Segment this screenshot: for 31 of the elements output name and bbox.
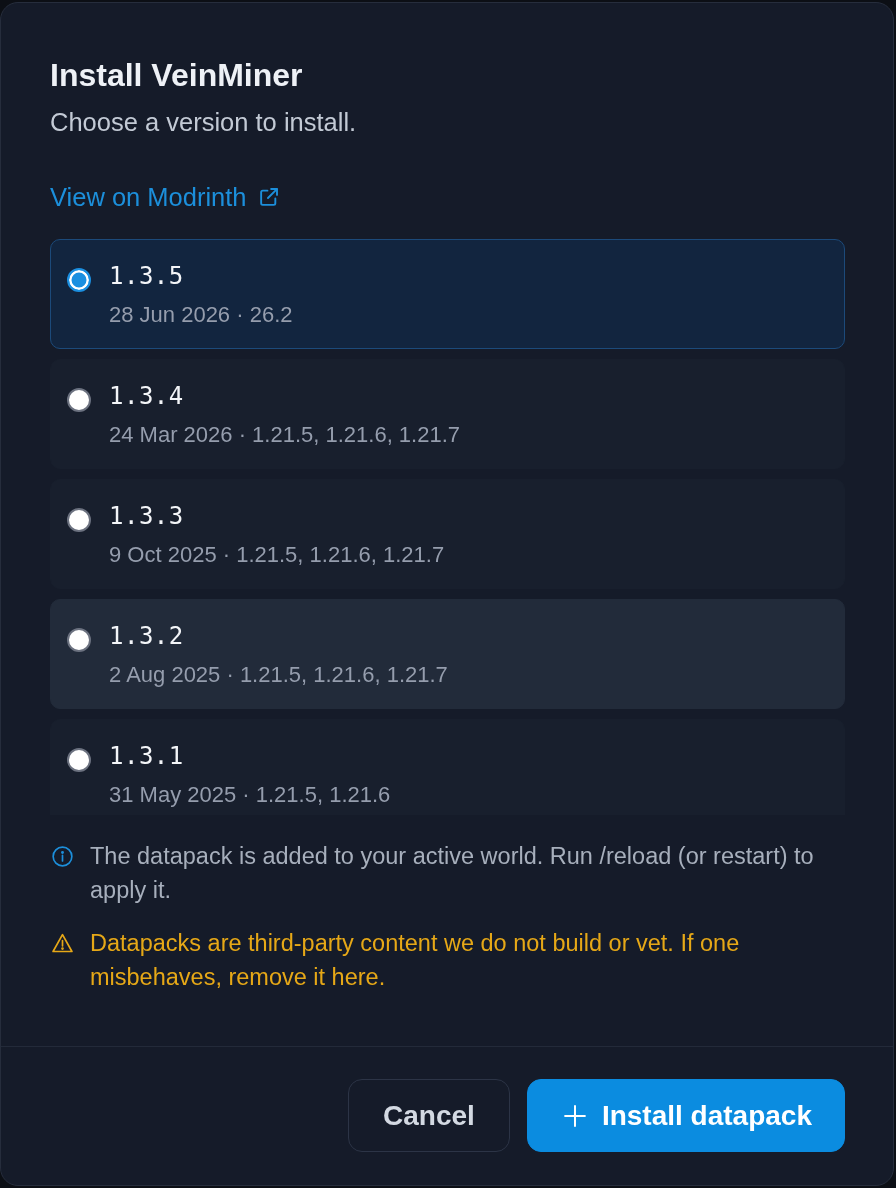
info-text: The datapack is added to your active world. Run /reload (or restart) to apply it. (90, 842, 815, 905)
version-number: 1.3.5 (109, 261, 184, 292)
version-details: 24 Mar 2026 · 1.21.5, 1.21.6, 1.21.7 (109, 421, 461, 449)
version-number: 1.3.4 (109, 381, 184, 412)
modrinth-link[interactable]: View on Modrinth (50, 181, 279, 213)
radio-button[interactable] (67, 508, 91, 532)
install-button[interactable]: Install datapack (526, 1079, 845, 1152)
version-option[interactable]: 1.3.4 24 Mar 2026 · 1.21.5, 1.21.6, 1.21.7 (50, 359, 845, 469)
version-details: 31 May 2025 · 1.21.5, 1.21.6 (109, 781, 391, 809)
radio-button[interactable] (67, 268, 91, 292)
version-number: 1.3.2 (109, 621, 184, 652)
dialog-subtitle: Choose a version to install. (50, 107, 358, 138)
info-icon (52, 845, 73, 867)
version-option[interactable]: 1.3.5 28 Jun 2026 · 26.2 (50, 239, 845, 349)
version-details: 28 Jun 2026 · 26.2 (109, 301, 293, 329)
warning-text: Datapacks are third-party content we do not build or vet. If one misbehaves, remove it here. (90, 929, 741, 992)
radio-button[interactable] (67, 628, 91, 652)
version-option[interactable]: 1.3.2 2 Aug 2025 · 1.21.5, 1.21.6, 1.21.7 (50, 599, 845, 709)
version-number: 1.3.3 (109, 501, 184, 532)
plus-icon (563, 1104, 586, 1127)
radio-button[interactable] (67, 388, 91, 412)
version-details: 9 Oct 2025 · 1.21.5, 1.21.6, 1.21.7 (109, 541, 445, 569)
radio-button[interactable] (67, 748, 91, 772)
cancel-button[interactable]: Cancel (348, 1079, 510, 1152)
version-number: 1.3.1 (109, 741, 184, 772)
external-link-icon (257, 186, 279, 208)
warning-icon (52, 932, 73, 954)
dialog-title: Install VeinMiner (50, 56, 304, 94)
version-option[interactable]: 1.3.3 9 Oct 2025 · 1.21.5, 1.21.6, 1.21.7 (50, 479, 845, 589)
version-option[interactable]: 1.3.1 31 May 2025 · 1.21.5, 1.21.6 (50, 719, 845, 815)
version-details: 2 Aug 2025 · 1.21.5, 1.21.6, 1.21.7 (109, 661, 448, 689)
